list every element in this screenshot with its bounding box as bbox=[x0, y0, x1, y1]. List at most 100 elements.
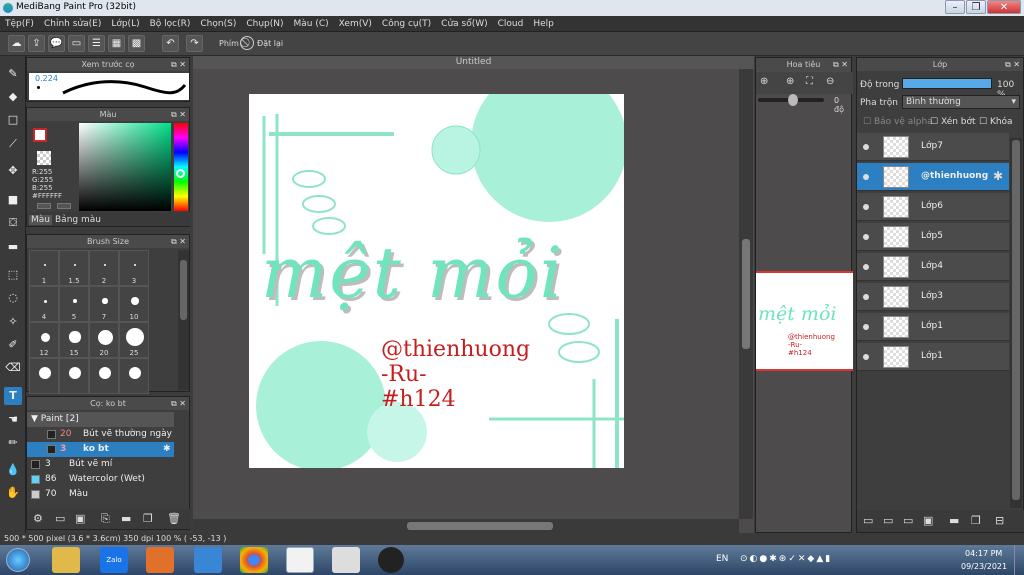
media-player-icon[interactable] bbox=[146, 547, 174, 573]
medibang-taskbar-icon[interactable] bbox=[286, 547, 314, 573]
tab-palette[interactable]: Bảng màu bbox=[55, 215, 101, 225]
brush-size-cell[interactable]: 20 bbox=[89, 322, 119, 358]
cloud-icon[interactable]: ☁ bbox=[8, 35, 25, 52]
brush-tool-icon[interactable]: ✎ bbox=[4, 65, 22, 83]
menu-color[interactable]: Màu (C) bbox=[289, 16, 334, 32]
brush-size-cell[interactable]: 3 bbox=[119, 250, 149, 286]
menu-capture[interactable]: Chụp(N) bbox=[241, 16, 288, 32]
merge-layer-icon[interactable]: ⊟ bbox=[995, 514, 1004, 527]
canvas-tab[interactable]: Untitled bbox=[193, 56, 754, 69]
menu-view[interactable]: Xem(V) bbox=[334, 16, 377, 32]
close-button[interactable]: ✕ bbox=[987, 0, 1021, 14]
primary-color-swatch[interactable] bbox=[33, 128, 47, 142]
new-brush-icon[interactable]: ▭ bbox=[55, 512, 65, 525]
add-brush-icon[interactable]: ▣ bbox=[75, 512, 85, 525]
brush-item-selected[interactable]: 3 ko bt ✱ bbox=[27, 442, 174, 457]
brush-size-cell[interactable]: 2 bbox=[89, 250, 119, 286]
folder-icon[interactable]: ▬ bbox=[121, 512, 131, 525]
layer-row[interactable]: Lớp1 bbox=[857, 343, 1009, 371]
gear-icon[interactable]: ✱ bbox=[993, 169, 1003, 183]
lasso-tool-icon[interactable]: ◌ bbox=[4, 289, 22, 307]
tab-color[interactable]: Màu bbox=[29, 215, 52, 225]
menu-window[interactable]: Cửa sổ(W) bbox=[436, 16, 492, 32]
hand-tool-icon[interactable]: ✋ bbox=[4, 484, 22, 502]
new-layer-icon[interactable]: ▭ bbox=[863, 514, 873, 527]
layer-row[interactable]: @thienhuong ✱ bbox=[857, 163, 1009, 191]
operation-tool-icon[interactable]: ☚ bbox=[4, 411, 22, 429]
horizontal-scrollbar[interactable] bbox=[193, 519, 739, 533]
hue-slider[interactable] bbox=[174, 123, 188, 211]
secondary-color-swatch[interactable] bbox=[37, 151, 51, 165]
vertical-scrollbar[interactable] bbox=[739, 69, 753, 519]
grid-icon[interactable]: ▩ bbox=[128, 35, 145, 52]
show-desktop-button[interactable] bbox=[1014, 545, 1024, 575]
minimize-button[interactable]: – bbox=[945, 0, 965, 14]
brush-size-cell[interactable] bbox=[89, 358, 119, 394]
new-page-icon[interactable]: ▭ bbox=[68, 35, 85, 52]
magic-wand-icon[interactable]: ✧ bbox=[4, 313, 22, 331]
trash-icon[interactable]: 🗑 bbox=[167, 512, 181, 525]
blend-mode-select[interactable]: Bình thường ▾ bbox=[902, 95, 1020, 109]
hue-handle[interactable] bbox=[176, 169, 185, 178]
maximize-button[interactable]: ❐ bbox=[966, 0, 986, 14]
rotation-slider[interactable] bbox=[758, 94, 824, 106]
brush-item[interactable]: 3 Bút vẽ mí bbox=[27, 457, 174, 472]
brush-size-cell[interactable]: 12 bbox=[29, 322, 59, 358]
brush-size-cell[interactable]: 4 bbox=[29, 286, 59, 322]
menu-select[interactable]: Chọn(S) bbox=[195, 16, 241, 32]
move-tool-icon[interactable]: ✥ bbox=[4, 162, 22, 180]
close-icon[interactable]: ⧉ ✕ bbox=[171, 235, 186, 248]
brush-size-cell[interactable] bbox=[29, 358, 59, 394]
ccleaner-icon[interactable] bbox=[378, 547, 404, 573]
menu-edit[interactable]: Chỉnh sửa(E) bbox=[39, 16, 106, 32]
blur-tool-icon[interactable]: ✏ bbox=[4, 434, 22, 452]
new-halftone-layer-icon[interactable]: ▭ bbox=[883, 514, 893, 527]
duplicate-layer-icon[interactable]: ❐ bbox=[971, 514, 981, 527]
eye-icon[interactable] bbox=[863, 204, 869, 210]
bucket-tool-icon[interactable]: ⛋ bbox=[4, 214, 22, 232]
gradient-tool-icon[interactable]: ▬ bbox=[4, 238, 22, 256]
start-button[interactable] bbox=[6, 548, 30, 572]
text-tool-icon[interactable]: T bbox=[4, 387, 22, 405]
brush-item[interactable]: 20 Bút vẽ thường ngày bbox=[27, 427, 174, 442]
brush-size-cell[interactable]: 25 bbox=[119, 322, 149, 358]
brush-size-scrollbar[interactable] bbox=[178, 250, 189, 390]
zoom-fit-icon[interactable]: ⊕ bbox=[760, 76, 768, 87]
comment-icon[interactable]: 💬 bbox=[48, 35, 65, 52]
menu-tools[interactable]: Công cụ(T) bbox=[377, 16, 436, 32]
eyedropper-icon[interactable]: 💧 bbox=[4, 461, 22, 479]
zoom-out-icon[interactable]: ⊖ bbox=[826, 76, 834, 87]
color-mode-button[interactable] bbox=[37, 203, 51, 209]
color-saturation-picker[interactable] bbox=[79, 123, 171, 211]
eraser-tool-icon[interactable]: ◆ bbox=[4, 88, 22, 106]
layer-row[interactable]: Lớp1 bbox=[857, 313, 1009, 341]
brush-size-cell[interactable]: 1 bbox=[29, 250, 59, 286]
new-8bit-layer-icon[interactable]: ▭ bbox=[903, 514, 913, 527]
color-mode-button-2[interactable] bbox=[57, 203, 71, 209]
eye-icon[interactable] bbox=[863, 294, 869, 300]
document-icon[interactable]: ☰ bbox=[88, 35, 105, 52]
eye-icon[interactable] bbox=[863, 324, 869, 330]
lock-checkbox[interactable]: ☐ Khóa bbox=[979, 117, 1013, 127]
select-eraser-icon[interactable]: ⌫ bbox=[4, 359, 22, 377]
duplicate-icon[interactable]: ❐ bbox=[143, 512, 153, 525]
menu-layer[interactable]: Lớp(L) bbox=[106, 16, 144, 32]
fill-shape-icon[interactable]: ■ bbox=[4, 191, 22, 209]
cloud-brush-icon[interactable]: ⚙ bbox=[33, 512, 43, 525]
brush-size-cell[interactable] bbox=[119, 358, 149, 394]
brush-group-header[interactable]: ▼ Paint [2] bbox=[27, 412, 174, 427]
brush-item[interactable]: 70 Màu bbox=[27, 487, 174, 502]
menu-filter[interactable]: Bộ lọc(R) bbox=[145, 16, 196, 32]
layer-row[interactable]: Lớp5 bbox=[857, 223, 1009, 251]
brush-size-cell[interactable] bbox=[59, 358, 89, 394]
eye-icon[interactable] bbox=[863, 234, 869, 240]
opacity-slider[interactable] bbox=[902, 78, 992, 89]
reset-icon[interactable]: ⃠ bbox=[240, 36, 254, 50]
internet-explorer-icon[interactable] bbox=[194, 547, 222, 573]
layer-row[interactable]: Lớp7 bbox=[857, 133, 1009, 161]
clock-time[interactable]: 04:17 PM bbox=[965, 549, 1002, 558]
reset-label[interactable]: Đặt lại bbox=[257, 39, 283, 48]
layer-row[interactable]: Lớp6 bbox=[857, 193, 1009, 221]
chrome-icon[interactable] bbox=[240, 547, 268, 573]
copy-brush-icon[interactable]: ⎘ bbox=[101, 512, 110, 526]
